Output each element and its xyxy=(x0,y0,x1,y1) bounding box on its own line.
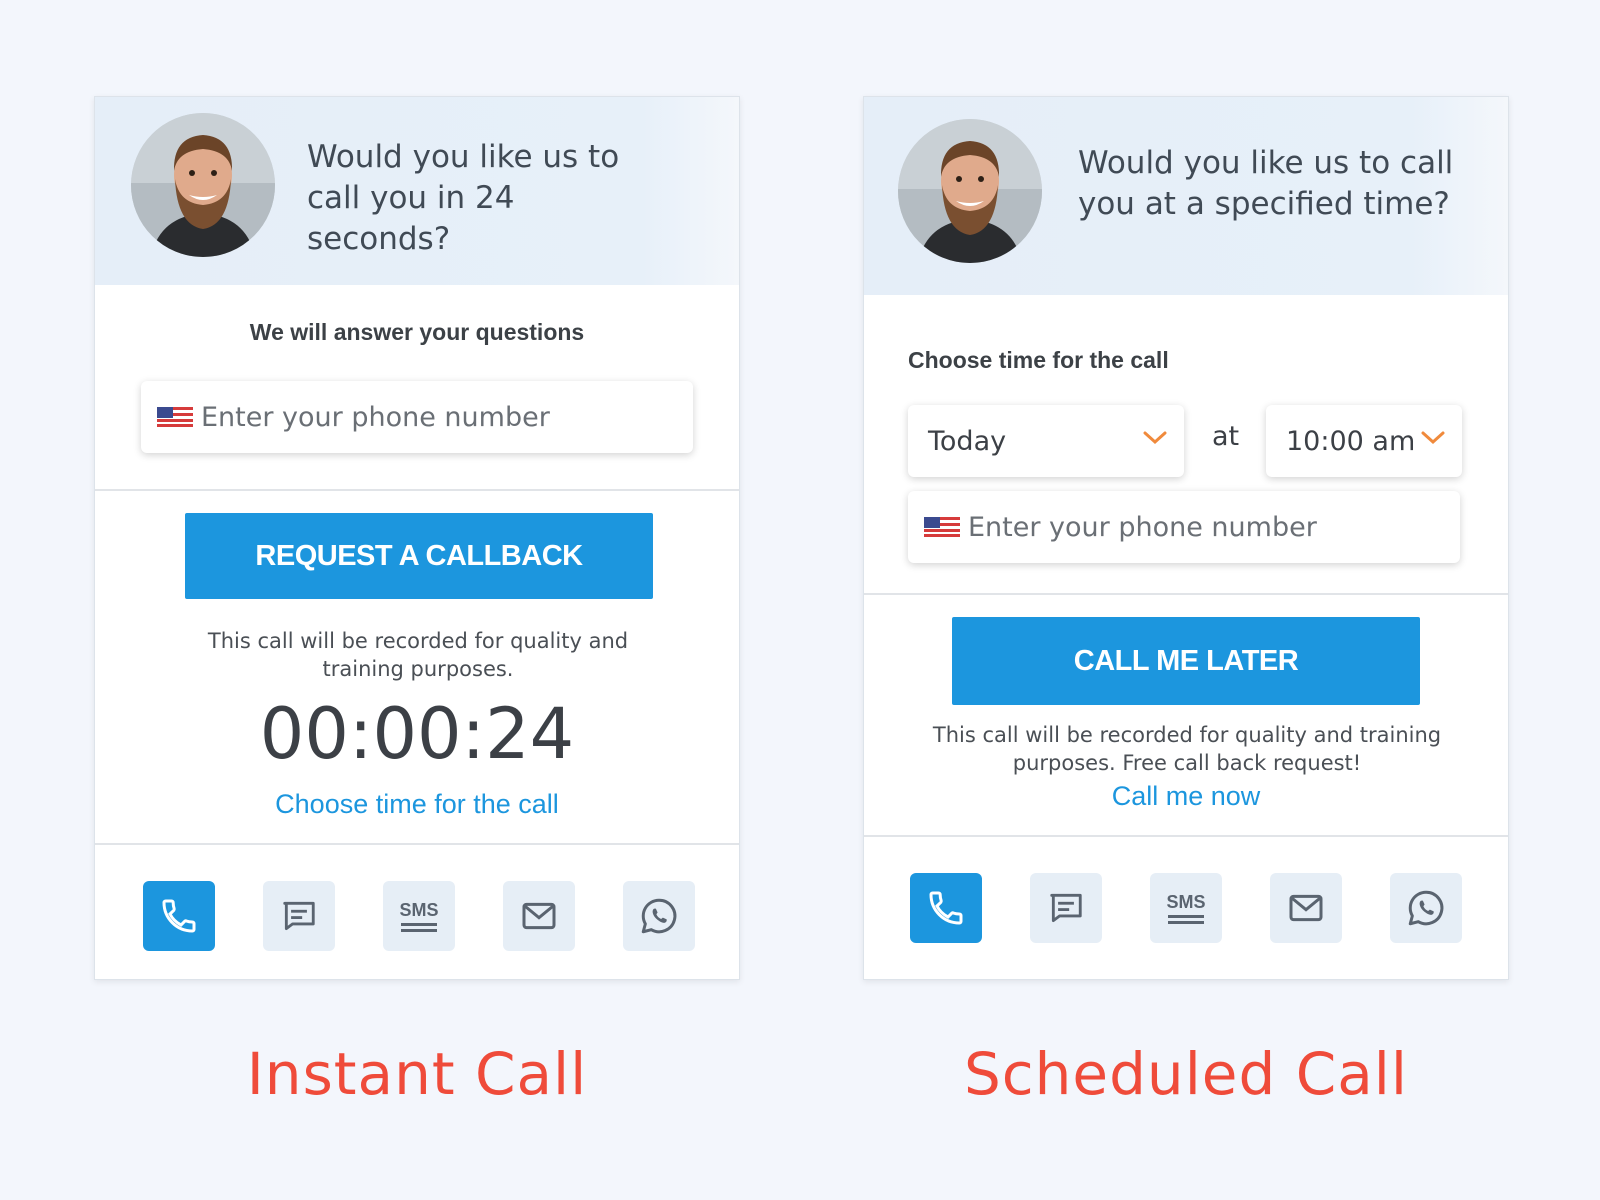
us-flag-icon xyxy=(157,407,193,427)
whatsapp-channel-button[interactable] xyxy=(1390,873,1462,943)
mail-icon xyxy=(522,902,556,930)
phone-channel-button[interactable] xyxy=(910,873,982,943)
agent-avatar xyxy=(131,113,275,257)
chat-channel-button[interactable] xyxy=(1030,873,1102,943)
chat-icon xyxy=(283,901,315,931)
choose-time-link[interactable]: Choose time for the call xyxy=(95,789,739,820)
widget-header: Would you like us to call you at a speci… xyxy=(864,97,1508,295)
sms-icon-label: SMS xyxy=(1166,892,1205,912)
day-select-value: Today xyxy=(928,425,1007,457)
subtitle: We will answer your questions xyxy=(249,319,585,345)
whatsapp-icon xyxy=(641,898,677,934)
divider xyxy=(864,593,1508,595)
sms-icon: SMS xyxy=(399,900,439,932)
request-callback-button[interactable]: REQUEST A CALLBACK xyxy=(185,513,653,599)
phone-icon xyxy=(162,899,196,933)
agent-avatar xyxy=(898,119,1042,263)
us-flag-icon xyxy=(924,517,960,537)
whatsapp-icon xyxy=(1408,890,1444,926)
divider xyxy=(95,843,739,845)
divider xyxy=(864,835,1508,837)
mail-channel-button[interactable] xyxy=(503,881,575,951)
recording-note: This call will be recorded for quality a… xyxy=(207,629,629,681)
widget-header: Would you like us to call you in 24 seco… xyxy=(95,97,739,285)
header-question: Would you like us to call you in 24 seco… xyxy=(307,139,620,257)
instant-call-caption: Instant Call xyxy=(246,1040,588,1108)
whatsapp-channel-button[interactable] xyxy=(623,881,695,951)
scheduled-call-caption: Scheduled Call xyxy=(963,1040,1409,1108)
recording-note: This call will be recorded for quality a… xyxy=(932,723,1442,775)
mail-icon xyxy=(1289,894,1323,922)
countdown-timer: 00:00:24 xyxy=(259,693,575,775)
phone-input[interactable] xyxy=(966,510,1422,544)
phone-input[interactable] xyxy=(199,400,655,434)
phone-field[interactable] xyxy=(908,491,1460,563)
call-me-later-button[interactable]: CALL ME LATER xyxy=(952,617,1420,705)
divider xyxy=(95,489,739,491)
chevron-down-icon xyxy=(1143,431,1167,445)
phone-field[interactable] xyxy=(141,381,693,453)
chat-channel-button[interactable] xyxy=(263,881,335,951)
sms-icon: SMS xyxy=(1166,892,1206,924)
mail-channel-button[interactable] xyxy=(1270,873,1342,943)
time-select-value: 10:00 am xyxy=(1286,425,1416,457)
channel-bar: SMS xyxy=(864,873,1508,945)
chat-icon xyxy=(1050,893,1082,923)
at-label: at xyxy=(1212,421,1240,452)
instant-call-widget: Would you like us to call you in 24 seco… xyxy=(94,96,740,980)
sms-channel-button[interactable]: SMS xyxy=(1150,873,1222,943)
day-select[interactable]: Today xyxy=(908,405,1184,477)
sms-channel-button[interactable]: SMS xyxy=(383,881,455,951)
phone-channel-button[interactable] xyxy=(143,881,215,951)
phone-icon xyxy=(929,891,963,925)
chevron-down-icon xyxy=(1421,431,1445,445)
time-select[interactable]: 10:00 am xyxy=(1266,405,1462,477)
scheduled-call-widget: Would you like us to call you at a speci… xyxy=(863,96,1509,980)
channel-bar: SMS xyxy=(95,881,739,953)
header-question: Would you like us to call you at a speci… xyxy=(1078,145,1454,222)
call-me-now-link[interactable]: Call me now xyxy=(864,781,1508,812)
subtitle: Choose time for the call xyxy=(908,347,1169,373)
sms-icon-label: SMS xyxy=(399,900,438,920)
